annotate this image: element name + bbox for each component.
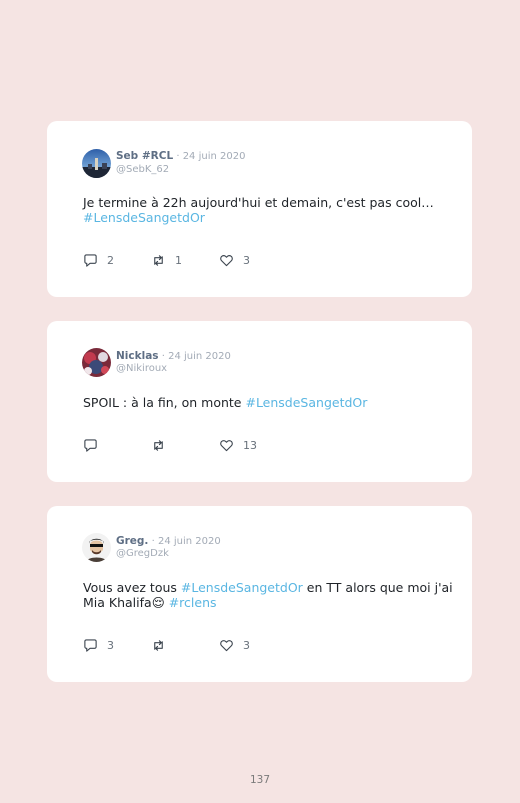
tweet-text-segment: Vous avez tous (83, 580, 181, 595)
like-icon (219, 638, 234, 653)
tweet-header: Nicklas · 24 juin 2020 (116, 350, 231, 363)
hashtag-link[interactable]: #rclens (169, 595, 217, 610)
author-name[interactable]: Greg. (116, 535, 148, 547)
retweet-icon (151, 253, 166, 268)
retweet-icon (151, 638, 166, 653)
tweet-date[interactable]: 24 juin 2020 (183, 151, 246, 162)
tweet-text: SPOIL : à la fin, on monte #LensdeSanget… (83, 395, 453, 410)
relieved-face-icon: 😌 (151, 595, 165, 610)
tweet-header: Seb #RCL · 24 juin 2020 (116, 150, 245, 163)
reply-button[interactable] (83, 437, 107, 453)
separator: · (148, 536, 158, 547)
like-count: 13 (243, 438, 257, 452)
reply-icon (83, 253, 98, 268)
tweet-card-2: Nicklas · 24 juin 2020 @Nikiroux SPOIL :… (47, 321, 472, 482)
reply-icon (83, 438, 98, 453)
tweet-header: Greg. · 24 juin 2020 (116, 535, 221, 548)
tweet-text-line: Je termine à 22h aujourd'hui et demain, … (83, 195, 434, 210)
tweet-text-line: SPOIL : à la fin, on monte (83, 395, 246, 410)
page-number: 137 (249, 774, 271, 786)
retweet-count: 1 (175, 253, 182, 267)
author-handle[interactable]: @Nikiroux (116, 363, 167, 375)
avatar[interactable] (82, 533, 111, 562)
retweet-button[interactable]: 1 (151, 252, 182, 268)
like-icon (219, 438, 234, 453)
separator: · (158, 351, 169, 362)
tweet-card-3: Greg. · 24 juin 2020 @GregDzk Vous avez … (47, 506, 472, 682)
avatar[interactable] (82, 149, 111, 178)
reply-button[interactable]: 3 (83, 637, 114, 653)
retweet-icon (151, 438, 166, 453)
retweet-button[interactable] (151, 437, 175, 453)
author-handle[interactable]: @GregDzk (116, 548, 169, 560)
reply-button[interactable]: 2 (83, 252, 114, 268)
like-count: 3 (243, 253, 250, 267)
reply-count: 3 (107, 638, 114, 652)
hashtag-link[interactable]: #LensdeSangetdOr (83, 210, 205, 225)
tweet-text-segment: Mia Khalifa (83, 595, 152, 610)
like-count: 3 (243, 638, 250, 652)
avatar[interactable] (82, 348, 111, 377)
like-icon (219, 253, 234, 268)
tweet-text-segment: en TT alors que moi j'ai (302, 580, 453, 595)
author-name[interactable]: Nicklas (116, 350, 159, 362)
tweet-text: Je termine à 22h aujourd'hui et demain, … (83, 195, 453, 225)
author-name[interactable]: Seb #RCL (116, 150, 173, 162)
tweet-card-1: Seb #RCL · 24 juin 2020 @SebK_62 Je term… (47, 121, 472, 297)
separator: · (173, 151, 183, 162)
like-button[interactable]: 3 (219, 637, 250, 653)
reply-icon (83, 638, 98, 653)
author-handle[interactable]: @SebK_62 (116, 164, 169, 176)
like-button[interactable]: 13 (219, 437, 257, 453)
tweet-text: Vous avez tous #LensdeSangetdOr en TT al… (83, 580, 453, 610)
hashtag-link[interactable]: #LensdeSangetdOr (245, 395, 367, 410)
hashtag-link[interactable]: #LensdeSangetdOr (181, 580, 303, 595)
reply-count: 2 (107, 253, 114, 267)
like-button[interactable]: 3 (219, 252, 250, 268)
tweet-date[interactable]: 24 juin 2020 (168, 351, 231, 362)
tweet-date[interactable]: 24 juin 2020 (158, 536, 221, 547)
retweet-button[interactable] (151, 637, 175, 653)
